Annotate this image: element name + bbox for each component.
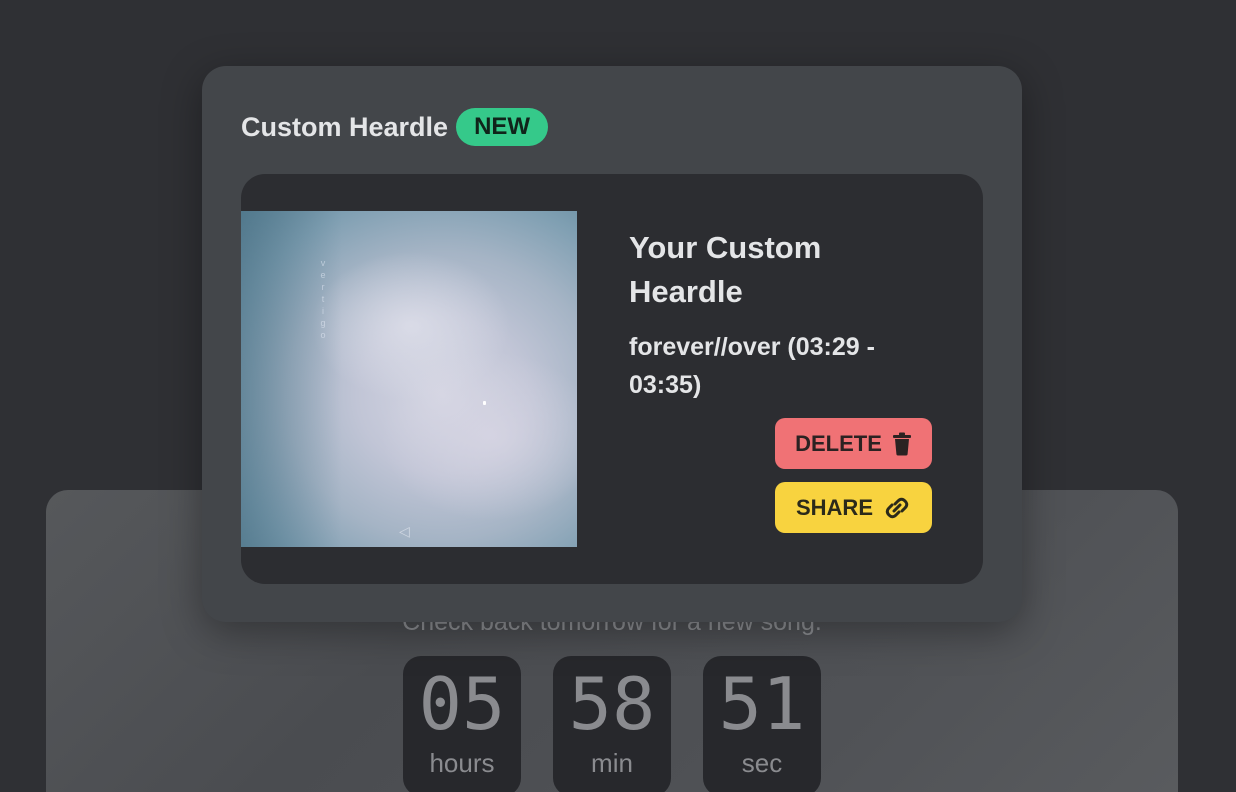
countdown-seconds-value: 51	[718, 662, 806, 746]
countdown-minutes: 58 min	[553, 656, 671, 792]
countdown-hours-value: 05	[418, 662, 506, 746]
cover-shade	[241, 211, 577, 547]
panel-title: Custom Heardle	[241, 111, 449, 142]
panel-header: Custom Heardle NEW	[241, 108, 549, 146]
album-cover: vertigo ◁	[241, 211, 577, 547]
cover-vertical-text: vertigo	[320, 258, 326, 340]
cover-bird	[483, 401, 486, 405]
custom-heardle-heading: Your Custom Heardle	[629, 230, 822, 309]
delete-button[interactable]: DELETE	[775, 418, 932, 469]
trash-icon	[892, 432, 911, 455]
song-name-and-range: forever//over (03:29 - 03:35)	[629, 333, 875, 399]
link-icon	[885, 497, 909, 518]
countdown-minutes-unit: min	[591, 748, 633, 778]
countdown-seconds: 51 sec	[703, 656, 821, 792]
delete-button-label: DELETE	[795, 430, 882, 456]
countdown-hours-unit: hours	[429, 748, 495, 778]
countdown-minutes-value: 58	[568, 662, 656, 746]
share-button-label: SHARE	[795, 494, 873, 520]
custom-heardle-card: vertigo ◁ Your Custom Heardle forever//o…	[241, 174, 983, 584]
custom-heardle-panel: Custom Heardle NEW vertigo ◁ Your Custom…	[202, 66, 1022, 622]
new-badge: NEW	[456, 108, 549, 146]
countdown-seconds-unit: sec	[741, 748, 783, 778]
countdown-hours: 05 hours	[403, 656, 521, 792]
app-stage: Check back tomorrow for a new song. 05 h…	[0, 0, 1236, 792]
share-button[interactable]: SHARE	[775, 482, 932, 533]
cover-logo-mark: ◁	[399, 523, 410, 539]
